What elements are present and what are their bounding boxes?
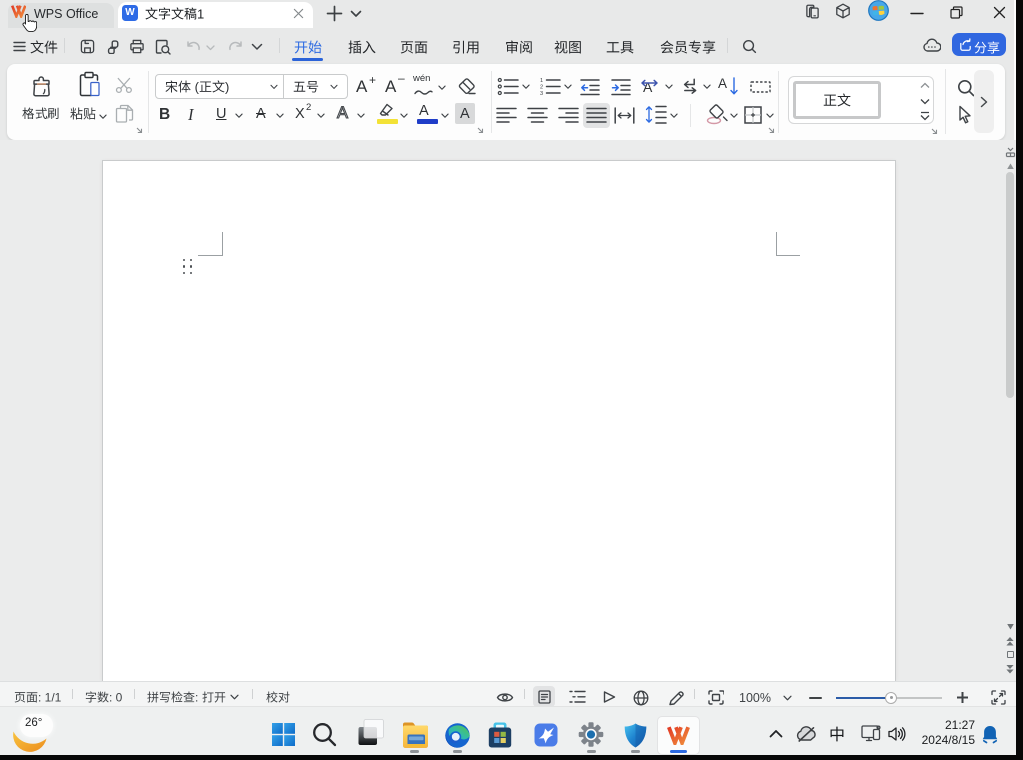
svg-text:1: 1 (540, 78, 543, 84)
svg-text:2: 2 (540, 85, 543, 91)
svg-text:3: 3 (540, 91, 543, 96)
